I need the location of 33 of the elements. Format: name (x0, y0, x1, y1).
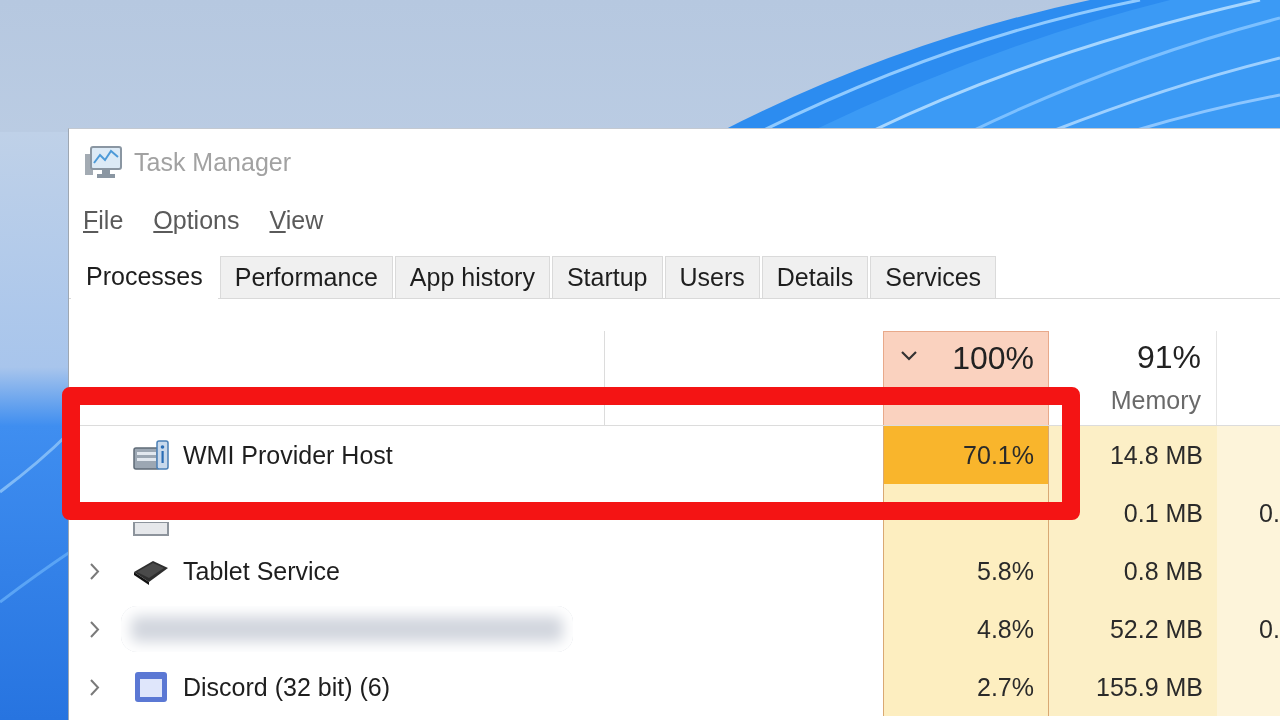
table-cell: 0. (1217, 600, 1280, 658)
menu-item[interactable]: View (267, 203, 326, 237)
process-name: Discord (32 bit) (6) (183, 672, 390, 702)
tab[interactable]: Services (870, 256, 997, 298)
chevron-right-icon[interactable] (89, 561, 100, 581)
tab[interactable]: Startup (551, 256, 663, 298)
cpu-cell: 4.8% (883, 600, 1049, 658)
memory-cell: 0.1 MB (1049, 484, 1217, 542)
menu-item[interactable]: Options (151, 203, 242, 237)
menu-item[interactable]: File (81, 203, 126, 237)
computer-icon (133, 439, 169, 471)
monitor-chart-icon (84, 145, 122, 179)
column-label: Memory (1110, 386, 1201, 415)
cpu-cell: 2.7% (883, 658, 1049, 716)
tab[interactable]: Details (761, 256, 869, 298)
tab[interactable]: Performance (219, 256, 393, 298)
table-cell: 0. (1217, 484, 1280, 542)
process-name: WMI Provider Host (183, 440, 393, 470)
tab[interactable]: App history (394, 256, 550, 298)
chevron-right-icon[interactable] (89, 619, 100, 639)
cpu-total: 100% (952, 340, 1034, 377)
memory-total: 91% (1136, 339, 1201, 376)
tab[interactable]: Users (664, 256, 760, 298)
chevron-right-icon[interactable] (89, 677, 100, 697)
window-icon (133, 522, 169, 536)
cpu-cell: 5.8% (883, 542, 1049, 600)
memory-cell: 0.8 MB (1049, 542, 1217, 600)
process-name: Tablet Service (183, 556, 341, 586)
app-window-icon (133, 671, 169, 703)
window-title: Task Manager (134, 147, 292, 177)
memory-cell: 155.9 MB (1049, 658, 1217, 716)
cpu-cell: 70.1% (883, 426, 1049, 484)
memory-cell: 52.2 MB (1049, 600, 1217, 658)
